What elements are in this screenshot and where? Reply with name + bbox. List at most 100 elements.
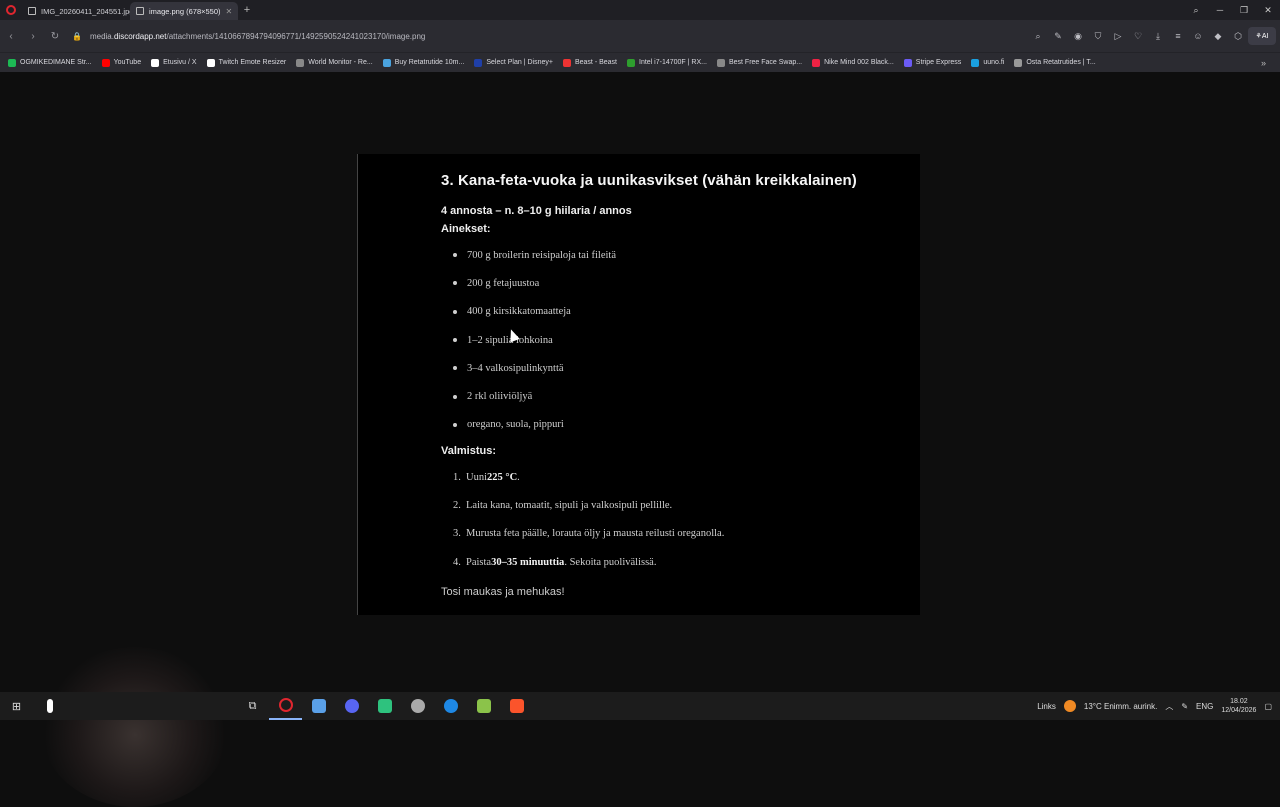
url-field[interactable]: 🔒 media.discordapp.net/attachments/14106… (72, 32, 425, 41)
servings-line: 4 annosta – n. 8–10 g hiilaria / annos (441, 205, 632, 217)
list-item: 700 g broilerin reisipaloja tai fileitä (453, 241, 920, 269)
chat-app-icon[interactable] (368, 692, 401, 720)
bookmark-item[interactable]: uuno.fi (971, 58, 1004, 67)
step-item: 4. Paista 30–35 minuuttia. Sekoita puoliv… (453, 556, 657, 568)
minimize-icon[interactable]: ─ (1208, 0, 1232, 20)
page-icon (716, 58, 725, 67)
list-item: 400 g kirsikkatomaatteja (453, 298, 920, 326)
tab-strip: IMG_20260411_204551.jpg image.png (678×5… (0, 0, 1280, 20)
pen-icon[interactable]: ✎ (1181, 702, 1188, 711)
recipe-title: 3. Kana-feta-vuoka ja uunikasvikset (väh… (441, 172, 857, 189)
discord-icon[interactable] (335, 692, 368, 720)
files-taskbar-icon[interactable] (302, 692, 335, 720)
lock-icon: 🔒 (72, 31, 82, 41)
extension-icon[interactable]: ◆ (1208, 31, 1228, 42)
bookmark-item[interactable]: OGMIKEDIMANE Str... (8, 58, 92, 67)
tab-img-jpg[interactable]: IMG_20260411_204551.jpg (22, 2, 130, 20)
bookmark-item[interactable]: Select Plan | Disney+ (474, 58, 553, 67)
notification-icon[interactable]: ▢ (1264, 702, 1272, 711)
bookmark-item[interactable]: YouTube (101, 58, 141, 67)
shield-icon[interactable]: ⛉ (1088, 31, 1108, 42)
bookmark-item[interactable]: Twitch Emote Resizer (206, 58, 286, 67)
close-window-icon[interactable]: ✕ (1256, 0, 1280, 20)
youtube-icon (101, 58, 110, 67)
url-prefix: media. (89, 31, 114, 41)
bookmark-item[interactable]: World Monitor - Re... (296, 58, 373, 67)
bookmark-favicon-icon (971, 58, 980, 67)
bookmark-item[interactable]: Buy Retatrutide 10m... (382, 58, 464, 67)
aria-ai-icon[interactable]: ⚘AI (1248, 27, 1276, 45)
windows-start-icon[interactable]: ⊞ (0, 692, 33, 720)
steps-list: 1. Uuni 225 °C. 2. Laita kana, tomaatit, s… (441, 463, 920, 576)
download-icon[interactable]: ⤓ (1148, 31, 1168, 42)
list-item: oregano, suola, pippuri (453, 411, 920, 439)
bookmark-favicon-icon (562, 58, 571, 67)
back-icon[interactable]: ‹ (0, 20, 22, 52)
maximize-icon[interactable]: ❐ (1232, 0, 1256, 20)
search-box[interactable] (33, 692, 66, 720)
task-view-icon[interactable]: ⧉ (236, 692, 269, 720)
edge-icon[interactable] (434, 692, 467, 720)
opera-logo-icon[interactable] (0, 0, 22, 20)
bookmark-item[interactable]: Osta Retatrutides | T... (1014, 58, 1096, 67)
profile-icon[interactable]: ☺ (1188, 31, 1208, 41)
tab-label: IMG_20260411_204551.jpg (41, 6, 130, 16)
image-viewer: 3. Kana-feta-vuoka ja uunikasvikset (väh… (0, 72, 1280, 807)
lens-icon[interactable]: ⌕ (1028, 31, 1048, 42)
disney-icon (474, 58, 483, 67)
list-item: 2 rkl oliiviöljyä (453, 382, 920, 410)
bookmark-favicon-icon (8, 58, 16, 67)
chevron-up-icon[interactable]: ︿ (1165, 701, 1173, 712)
steps-heading: Valmistus: (441, 445, 497, 458)
menu-icon[interactable]: ≡ (1168, 31, 1188, 41)
list-item: 200 g fetajuustoa (453, 269, 920, 297)
taskbar: ⊞ ⧉ Links 13°C Enimm. aurink. ︿ ✎ ENG 18… (0, 692, 1280, 720)
bookmark-favicon-icon (382, 58, 391, 67)
x-icon (151, 58, 160, 67)
tab-label: image.png (678×550) (149, 6, 221, 16)
bookmark-item[interactable]: Intel i7-14700F | RX... (627, 58, 707, 67)
camera-icon[interactable]: ◉ (1068, 31, 1088, 42)
list-item: 1–2 sipulia lohkoina (453, 326, 920, 354)
page-icon (206, 58, 215, 67)
edit-icon[interactable]: ✎ (1048, 31, 1068, 42)
nike-icon (812, 58, 821, 67)
tab-image-png[interactable]: image.png (678×550) ✕ (130, 2, 238, 20)
links-toolbar[interactable]: Links (1037, 702, 1056, 711)
heart-icon[interactable]: ♡ (1128, 31, 1148, 42)
steam-icon[interactable] (401, 692, 434, 720)
step-item: 2. Laita kana, tomaatit, sipuli ja valkos… (453, 500, 673, 512)
bookmark-favicon-icon (1014, 58, 1023, 67)
forward-icon[interactable]: › (22, 20, 44, 52)
cube-icon[interactable]: ⬡ (1228, 31, 1248, 42)
image-file-icon (136, 7, 144, 15)
reload-icon[interactable]: ↻ (44, 20, 66, 52)
webcam-overlay (40, 647, 230, 807)
new-tab-button[interactable]: + (238, 1, 256, 19)
bookmark-item[interactable]: Stripe Express (903, 58, 961, 67)
game-launcher-icon[interactable] (467, 692, 500, 720)
step-item: 1. Uuni 225 °C. (453, 471, 520, 483)
brave-icon[interactable] (500, 692, 533, 720)
page-icon (296, 58, 305, 67)
clock[interactable]: 18.02 12/04/2026 (1221, 697, 1256, 715)
search-tabs-icon[interactable]: ⌕ (1184, 0, 1208, 20)
bookmark-item[interactable]: Best Free Face Swap... (716, 58, 802, 67)
stripe-icon (903, 58, 912, 67)
opera-taskbar-icon[interactable] (269, 692, 302, 720)
recipe-image[interactable]: 3. Kana-feta-vuoka ja uunikasvikset (väh… (357, 154, 920, 615)
address-bar: ‹ › ↻ 🔒 media.discordapp.net/attachments… (0, 20, 1280, 52)
language-indicator[interactable]: ENG (1196, 702, 1213, 711)
bookmarks-bar: OGMIKEDIMANE Str... YouTube Etusivu / X … (0, 52, 1280, 72)
weather-icon (1063, 700, 1076, 712)
play-icon[interactable]: ▷ (1108, 31, 1128, 42)
bookmark-item[interactable]: Etusivu / X (151, 58, 197, 67)
image-file-icon (28, 7, 36, 15)
weather-widget[interactable]: 13°C Enimm. aurink. (1084, 702, 1157, 711)
close-tab-icon[interactable]: ✕ (226, 7, 233, 16)
url-host: discordapp.net (113, 31, 167, 41)
bookmark-item[interactable]: Beast - Beast (562, 58, 617, 67)
list-item: 3–4 valkosipulinkynttä (453, 354, 920, 382)
bookmark-item[interactable]: Nike Mind 002 Black... (812, 58, 894, 67)
more-bookmarks-icon[interactable]: » (1261, 58, 1266, 68)
